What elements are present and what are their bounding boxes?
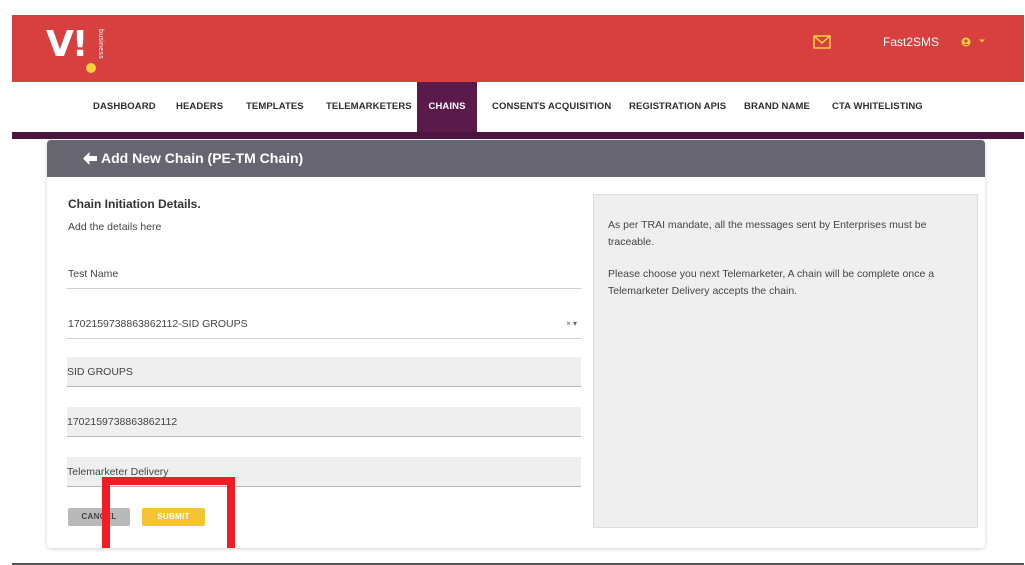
info-paragraph-1: As per TRAI mandate, all the messages se…	[608, 219, 927, 248]
username-label[interactable]: Fast2SMS	[883, 35, 939, 49]
logo-text: V!	[46, 24, 88, 65]
logo-subtext: business	[97, 29, 104, 60]
nav-item-headers[interactable]: HEADERS	[176, 82, 223, 132]
highlight-box	[102, 477, 235, 548]
select-clear-dropdown-icon[interactable]: × ▾	[566, 309, 577, 339]
card-header: Add New Chain (PE-TM Chain)	[47, 140, 985, 177]
user-icon[interactable]	[961, 37, 971, 47]
nav-item-consents-acquisition[interactable]: CONSENTS ACQUISITION	[492, 82, 611, 132]
entity-name-field: SID GROUPS	[67, 357, 581, 387]
section-subtitle: Add the details here	[68, 221, 162, 233]
chain-name-input[interactable]: Test Name	[67, 259, 581, 289]
main-nav: DASHBOARD HEADERS TEMPLATES TELEMARKETER…	[12, 82, 1024, 139]
back-arrow-icon[interactable]	[83, 152, 97, 165]
chevron-down-icon[interactable]	[978, 38, 986, 44]
info-paragraph-2: Please choose you next Telemarketer, A c…	[608, 268, 935, 297]
logo-dot	[86, 63, 96, 73]
entity-select-value: 1702159738863862112-SID GROUPS	[68, 318, 248, 330]
add-chain-card: Add New Chain (PE-TM Chain) Chain Initia…	[47, 140, 985, 548]
top-bar: V! business Fast2SMS	[12, 15, 1024, 82]
info-panel: As per TRAI mandate, all the messages se…	[593, 194, 978, 528]
entity-select[interactable]: 1702159738863862112-SID GROUPS × ▾	[67, 309, 581, 339]
section-title: Chain Initiation Details.	[68, 197, 201, 211]
nav-item-templates[interactable]: TEMPLATES	[246, 82, 304, 132]
nav-item-dashboard[interactable]: DASHBOARD	[93, 82, 156, 132]
nav-item-chains[interactable]: CHAINS	[417, 82, 477, 132]
mail-icon[interactable]	[813, 35, 831, 49]
vi-business-logo[interactable]: V! business	[46, 27, 116, 77]
entity-id-field: 1702159738863862112	[67, 407, 581, 437]
nav-item-brand-name[interactable]: BRAND NAME	[744, 82, 810, 132]
nav-item-cta-whitelisting[interactable]: CTA WHITELISTING	[832, 82, 923, 132]
nav-item-telemarketers[interactable]: TELEMARKETERS	[326, 82, 412, 132]
page-title: Add New Chain (PE-TM Chain)	[101, 150, 304, 166]
nav-divider	[12, 132, 1024, 139]
nav-item-registration-apis[interactable]: REGISTRATION APIS	[629, 82, 726, 132]
